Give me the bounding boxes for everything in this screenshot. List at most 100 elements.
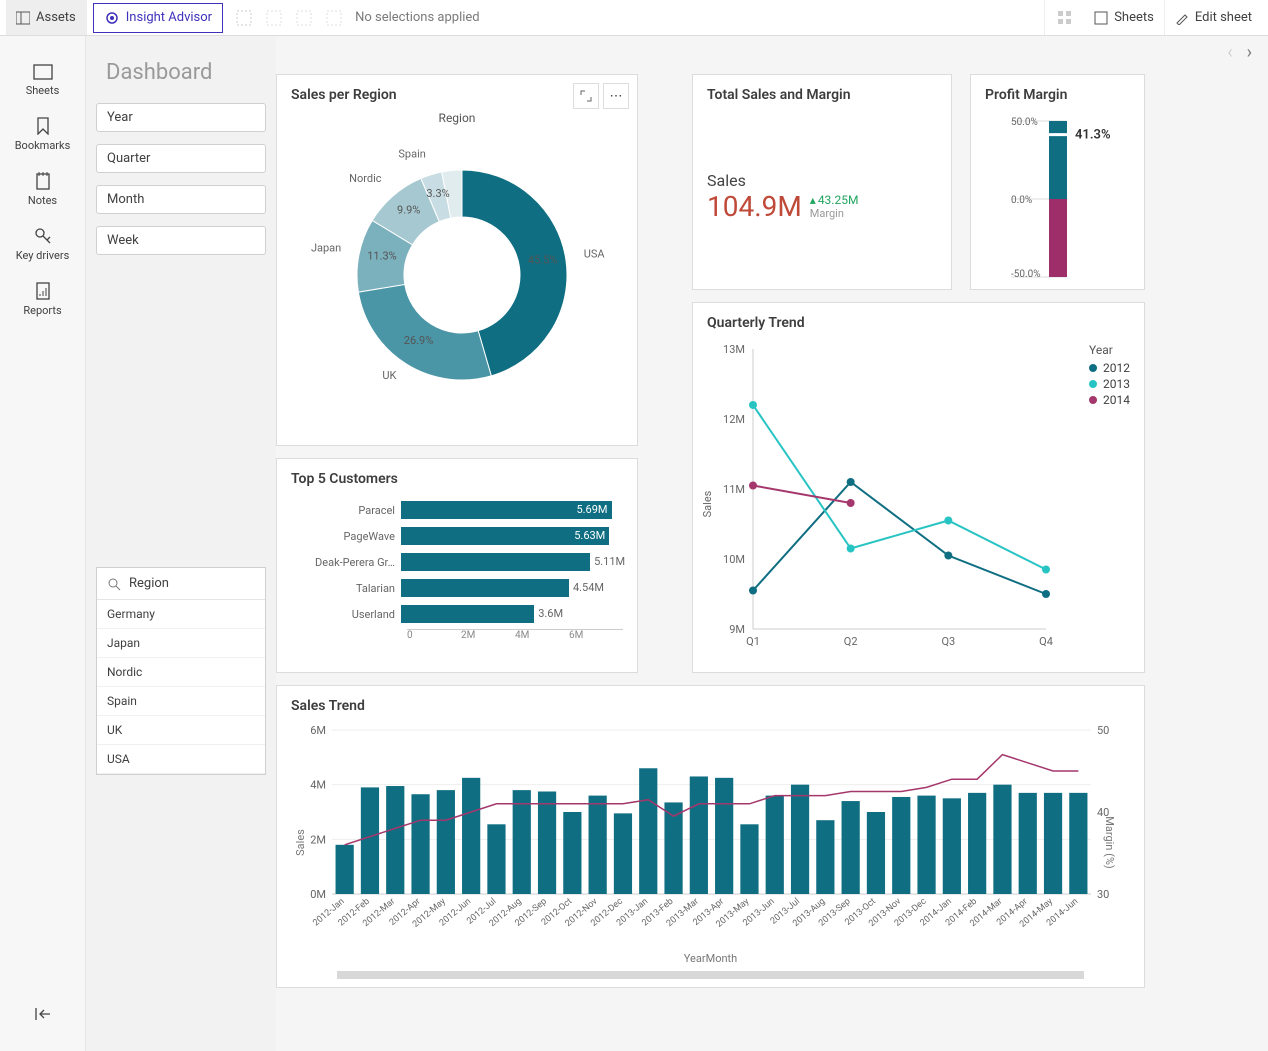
svg-text:9M: 9M: [729, 623, 745, 636]
legend-item[interactable]: 2013: [1089, 377, 1130, 391]
panel-icon: [16, 11, 30, 25]
sales-trend-xlabel: YearMonth: [684, 952, 737, 965]
svg-text:3.3%: 3.3%: [426, 187, 449, 200]
svg-text:30: 30: [1097, 888, 1109, 901]
sales-trend-scrollbar[interactable]: [337, 971, 1084, 979]
region-label: Region: [129, 576, 169, 591]
notes-icon: [35, 172, 51, 190]
donut-dimension-label: Region: [277, 111, 637, 125]
svg-text:45.5%: 45.5%: [528, 254, 558, 267]
grid-icon: [1057, 10, 1073, 26]
card-title: Top 5 Customers: [277, 459, 637, 495]
card-quarterly[interactable]: Quarterly Trend 9M10M11M12M13MSalesQ1Q2Q…: [692, 302, 1145, 673]
filter-year[interactable]: Year: [96, 103, 266, 132]
rail-sheets[interactable]: Sheets: [0, 54, 85, 107]
top-toolbar: Assets Insight Advisor No selections app…: [0, 0, 1268, 36]
card-sales-trend[interactable]: Sales Trend 0M2M4M6M3040502012-Jan2012-F…: [276, 685, 1145, 988]
selection-clear-icon: [326, 10, 342, 26]
step-back-button[interactable]: [259, 0, 289, 35]
svg-text:2M: 2M: [310, 833, 326, 846]
rail-reports[interactable]: Reports: [0, 272, 85, 327]
rail-key-drivers[interactable]: Key drivers: [0, 217, 85, 272]
legend-item[interactable]: 2014: [1089, 393, 1130, 407]
prev-sheet-button[interactable]: ‹: [1227, 42, 1232, 63]
card-title: Sales Trend: [277, 686, 1144, 722]
sheet-icon: [1094, 11, 1108, 25]
svg-text:11.3%: 11.3%: [367, 249, 397, 262]
legend-item[interactable]: 2012: [1089, 361, 1130, 375]
top5-row[interactable]: Paracel5.69M: [291, 499, 623, 521]
region-item[interactable]: Japan: [97, 629, 265, 658]
smart-search-button[interactable]: [229, 0, 259, 35]
svg-text:Q3: Q3: [941, 635, 955, 648]
selection-back-icon: [266, 10, 282, 26]
bookmark-icon: [36, 117, 50, 135]
region-item[interactable]: Nordic: [97, 658, 265, 687]
svg-text:26.9%: 26.9%: [404, 334, 434, 347]
svg-text:0M: 0M: [310, 888, 326, 901]
card-profit-margin[interactable]: Profit Margin 41.3%50.0%0.0%-50.0%: [970, 74, 1145, 290]
kpi-sales-label: Sales: [693, 171, 951, 190]
page-title: Dashboard: [96, 46, 266, 91]
card-title: Quarterly Trend: [693, 303, 1144, 339]
step-forward-button[interactable]: [289, 0, 319, 35]
fullscreen-button[interactable]: [573, 83, 599, 109]
edit-sheet-button[interactable]: Edit sheet: [1165, 0, 1262, 35]
selections-tool-button[interactable]: [1044, 0, 1084, 35]
svg-text:41.3%: 41.3%: [1075, 128, 1111, 143]
dots-icon: ⋯: [610, 89, 623, 104]
up-icon: ▴: [810, 193, 816, 207]
legend-title: Year: [1089, 343, 1130, 357]
card-title: Total Sales and Margin: [693, 75, 951, 111]
card-sales-per-region[interactable]: Sales per Region ⋯ Region USA45.5%UK26.9…: [276, 74, 638, 446]
svg-text:Q2: Q2: [844, 635, 858, 648]
assets-button[interactable]: Assets: [6, 0, 87, 35]
top5-row[interactable]: Userland3.6M: [291, 603, 623, 625]
rail-notes[interactable]: Notes: [0, 162, 85, 217]
svg-text:10M: 10M: [723, 553, 745, 566]
svg-text:11M: 11M: [723, 483, 745, 496]
insight-advisor-button[interactable]: Insight Advisor: [93, 3, 223, 33]
rail-bookmarks[interactable]: Bookmarks: [0, 107, 85, 162]
region-item[interactable]: USA: [97, 745, 265, 774]
region-item[interactable]: UK: [97, 716, 265, 745]
svg-text:USA: USA: [584, 248, 606, 261]
insight-icon: [104, 10, 120, 26]
filter-quarter[interactable]: Quarter: [96, 144, 266, 173]
svg-text:UK: UK: [382, 369, 396, 382]
region-filter-header[interactable]: Region: [97, 568, 265, 600]
card-top5[interactable]: Top 5 Customers Paracel5.69M PageWave5.63…: [276, 458, 638, 673]
svg-text:Japan: Japan: [311, 242, 341, 255]
kpi-margin: ▴43.25M Margin: [810, 193, 859, 220]
more-button[interactable]: ⋯: [603, 83, 629, 109]
region-filter: Region GermanyJapanNordicSpainUKUSA: [96, 567, 266, 775]
top5-row[interactable]: PageWave5.63M: [291, 525, 623, 547]
svg-text:0.0%: 0.0%: [1011, 195, 1032, 206]
filter-month[interactable]: Month: [96, 185, 266, 214]
region-item[interactable]: Spain: [97, 687, 265, 716]
clear-selections-button[interactable]: [319, 0, 349, 35]
filter-column: Dashboard Year Quarter Month Week Region…: [86, 36, 276, 1051]
svg-text:6M: 6M: [310, 724, 326, 737]
lasso-icon: [236, 10, 252, 26]
expand-icon: [580, 90, 592, 102]
region-item[interactable]: Germany: [97, 600, 265, 629]
svg-text:9.9%: 9.9%: [397, 203, 420, 216]
pencil-icon: [1175, 11, 1189, 25]
sales-trend-ylabel: Sales: [294, 829, 307, 856]
collapse-button[interactable]: [0, 997, 85, 1031]
key-icon: [34, 227, 52, 245]
svg-text:Q1: Q1: [746, 635, 760, 648]
svg-text:50: 50: [1097, 724, 1109, 737]
filter-week[interactable]: Week: [96, 226, 266, 255]
report-icon: [35, 282, 51, 300]
dashboard-area: ‹ › Sales per Region ⋯ Region USA45.5%UK…: [276, 36, 1268, 1051]
svg-text:12M: 12M: [723, 413, 745, 426]
top5-row[interactable]: Deak-Perera Gr…5.11M: [291, 551, 623, 573]
no-selections-label: No selections applied: [349, 10, 480, 25]
top5-row[interactable]: Talarian4.54M: [291, 577, 623, 599]
sheets-button[interactable]: Sheets: [1084, 0, 1165, 35]
card-kpi[interactable]: Total Sales and Margin Sales 104.9M ▴43.…: [692, 74, 952, 290]
svg-text:13M: 13M: [723, 343, 745, 356]
next-sheet-button[interactable]: ›: [1247, 42, 1252, 63]
